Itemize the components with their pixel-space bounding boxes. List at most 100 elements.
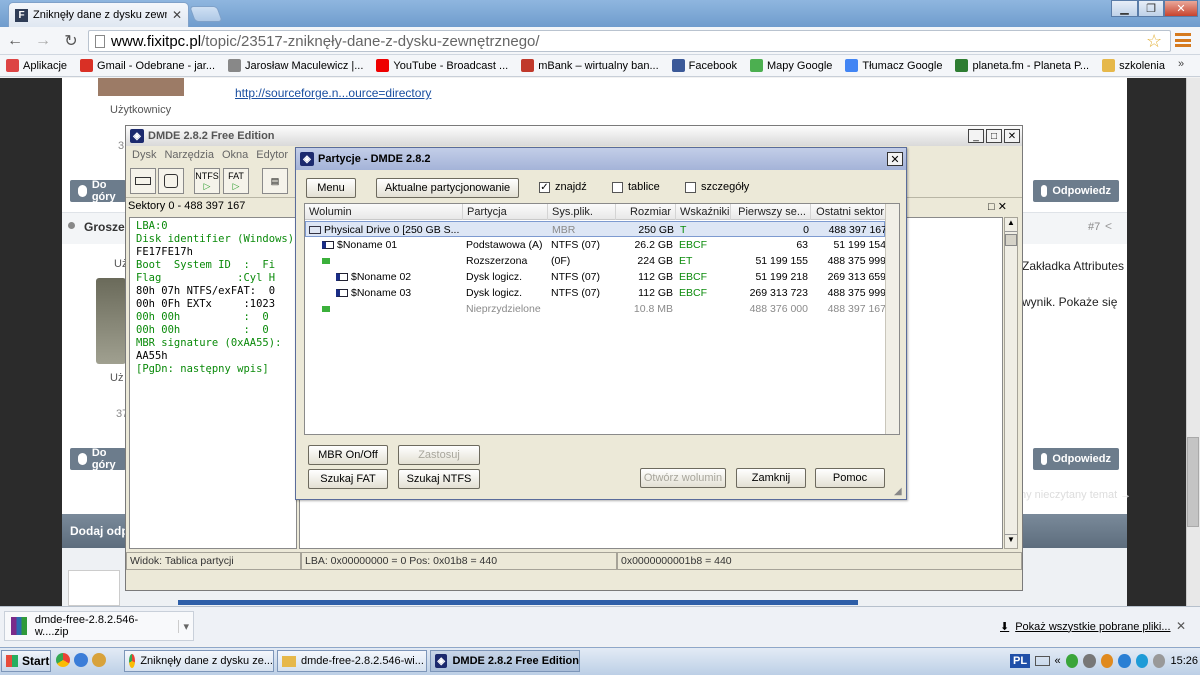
tray-app-icon[interactable] [1118, 654, 1131, 668]
sourceforge-link[interactable]: http://sourceforge.n...ource=directory [235, 86, 431, 100]
clock[interactable]: 15:26 [1170, 655, 1198, 667]
column-header[interactable]: Pierwszy se... [731, 204, 811, 220]
help-button[interactable]: Pomoc [815, 468, 885, 488]
tray-app-icon[interactable] [1100, 654, 1114, 668]
column-header[interactable]: Rozmiar [616, 204, 676, 220]
top-button-1[interactable]: Do góry [70, 179, 126, 203]
copy-icon[interactable]: ▤ [262, 168, 288, 194]
tray-expand-icon[interactable]: « [1055, 655, 1061, 667]
unread-topic-link[interactable]: ny nieczytany temat → [1020, 489, 1131, 501]
bookmark-item[interactable]: Tłumacz Google [845, 59, 942, 72]
tray-app-icon[interactable] [1135, 654, 1148, 668]
apply-button[interactable]: Zastosuj [398, 445, 480, 465]
bookmark-item[interactable]: YouTube - Broadcast ... [376, 59, 508, 72]
post-number[interactable]: #7 [1088, 221, 1100, 233]
mbr-onoff-button[interactable]: MBR On/Off [308, 445, 388, 465]
table-row[interactable]: $Noname 01 Podstawowa (A) NTFS (07) 26.2 GB… [305, 237, 886, 253]
taskbar-chrome[interactable]: Zniknęły dane z dysku ze... [124, 650, 274, 672]
download-item[interactable]: dmde-free-2.8.2.546-w....zip ▾ [4, 611, 194, 641]
share-icon[interactable]: < [1105, 219, 1112, 233]
table-row[interactable]: Nieprzydzielone 10.8 MB 488 376 000 488 397… [305, 301, 886, 317]
dmde-maximize-button[interactable]: □ [986, 129, 1002, 143]
disk-icon[interactable] [130, 168, 156, 194]
new-tab-button[interactable] [189, 6, 223, 22]
bookmark-item[interactable]: Facebook [671, 59, 737, 72]
table-scrollbar[interactable] [885, 204, 899, 434]
dmde-scrollbar[interactable]: ▲ ▼ [1004, 217, 1018, 549]
find-checkbox[interactable]: ✓ znajdź [539, 181, 587, 193]
bookmark-item[interactable]: Mapy Google [749, 59, 832, 72]
language-indicator[interactable]: PL [1010, 654, 1031, 668]
bookmark-item[interactable]: Jarosław Maculewicz |... [228, 59, 363, 72]
column-header[interactable]: Ostatni sektor [811, 204, 889, 220]
taskbar-dmde[interactable]: ◈ DMDE 2.8.2 Free Edition [430, 650, 580, 672]
address-bar[interactable]: www.fixitpc.pl/topic/23517-zniknęły-dane… [88, 30, 1171, 52]
reply-button-2[interactable]: Odpowiedz [1033, 448, 1119, 470]
hex-view[interactable]: LBA:0 Disk identifier (Windows) FE17FE17h B… [129, 217, 297, 549]
menu-icon[interactable] [1175, 33, 1191, 47]
sectors-label: Sektory 0 - 488 397 167 [128, 200, 246, 212]
avatar [98, 78, 184, 96]
tool-icon[interactable] [92, 653, 106, 667]
menu-edytor[interactable]: Edytor [256, 149, 288, 161]
table-row[interactable]: Physical Drive 0 [250 GB S... MBR 250 GB T 0… [305, 221, 887, 237]
volume-icon[interactable] [1153, 654, 1166, 668]
column-header[interactable]: Wolumin [305, 204, 463, 220]
bookmark-item[interactable]: mBank – wirtualny ban... [521, 59, 659, 72]
tables-checkbox[interactable]: tablice [612, 181, 660, 193]
search-fat-button[interactable]: Szukaj FAT [308, 469, 388, 489]
minimize-button[interactable]: ▁ [1111, 0, 1138, 17]
more-bookmarks-icon[interactable]: » [1178, 58, 1184, 70]
pane-restore-icon[interactable]: □ ✕ [988, 200, 1007, 213]
show-all-downloads-link[interactable]: ⬇ Pokaż wszystkie pobrane pliki... [1000, 620, 1171, 634]
tray-app-icon[interactable] [1083, 654, 1096, 668]
close-button[interactable]: Zamknij [736, 468, 806, 488]
shelf-close-icon[interactable]: ✕ [1176, 619, 1186, 633]
bookmark-star-icon[interactable]: ☆ [1146, 31, 1162, 52]
bookmark-item[interactable]: Gmail - Odebrane - jar... [80, 59, 215, 72]
bookmark-item[interactable]: planeta.fm - Planeta P... [955, 59, 1089, 72]
table-row[interactable]: $Noname 03 Dysk logicz. NTFS (07) 112 GB EBC… [305, 285, 886, 301]
ntfs-tool-button[interactable]: NTFS ▷ [194, 168, 220, 194]
dmde-minimize-button[interactable]: _ [968, 129, 984, 143]
reply-button-1[interactable]: Odpowiedz [1033, 180, 1119, 202]
hex-line: MBR signature (0xAA55): [136, 337, 282, 349]
chrome-icon[interactable] [56, 653, 70, 667]
taskbar-folder[interactable]: dmde-free-2.8.2.546-wi... [277, 650, 427, 672]
tab-close-icon[interactable]: ✕ [172, 8, 182, 22]
resize-grip-icon[interactable]: ◢ [894, 486, 902, 497]
column-header[interactable]: Sys.plik. [548, 204, 616, 220]
top-button-2[interactable]: Do góry [70, 447, 126, 471]
back-arrow-icon[interactable]: ← [4, 31, 26, 51]
column-header[interactable]: Wskaźniki [676, 204, 731, 220]
page-scrollbar-thumb[interactable] [1187, 437, 1199, 527]
partition-table[interactable]: Wolumin Partycja Sys.plik. Rozmiar Wskaźniki… [304, 203, 900, 435]
details-checkbox[interactable]: szczegóły [685, 181, 749, 193]
bookmark-item[interactable]: Aplikacje [6, 59, 67, 72]
column-header[interactable]: Partycja [463, 204, 548, 220]
fat-tool-button[interactable]: FAT ▷ [223, 168, 249, 194]
search-ntfs-button[interactable]: Szukaj NTFS [398, 469, 480, 489]
menu-button[interactable]: Menu [306, 178, 356, 198]
forward-arrow-icon[interactable]: → [32, 31, 54, 51]
partitions-icon[interactable] [158, 168, 184, 194]
table-row[interactable]: Rozszerzona (0F) 224 GB ET 51 199 155 488 375… [305, 253, 886, 269]
actual-partitioning-button[interactable]: Aktualne partycjonowanie [376, 178, 519, 198]
keyboard-icon[interactable] [1035, 656, 1050, 666]
menu-okna[interactable]: Okna [222, 149, 248, 161]
tray-app-icon[interactable] [1065, 654, 1079, 668]
table-row[interactable]: $Noname 02 Dysk logicz. NTFS (07) 112 GB EBC… [305, 269, 886, 285]
menu-narzedzia[interactable]: Narzędzia [164, 149, 214, 161]
close-window-button[interactable]: ✕ [1164, 0, 1198, 17]
reload-icon[interactable]: ↻ [60, 31, 82, 51]
menu-dysk[interactable]: Dysk [132, 149, 156, 161]
download-menu-icon[interactable]: ▾ [178, 619, 193, 633]
dmde-close-button[interactable]: ✕ [1004, 129, 1020, 143]
start-button[interactable]: Start [1, 650, 51, 672]
dialog-close-button[interactable]: ✕ [887, 152, 903, 166]
browser-tab[interactable]: F Zniknęły dane z dysku zewnę ✕ [8, 2, 189, 27]
bookmark-item[interactable]: szkolenia [1102, 59, 1165, 72]
open-volume-button[interactable]: Otwórz wolumin [640, 468, 726, 488]
maximize-button[interactable]: ❐ [1138, 0, 1164, 17]
ie-icon[interactable] [74, 653, 88, 667]
